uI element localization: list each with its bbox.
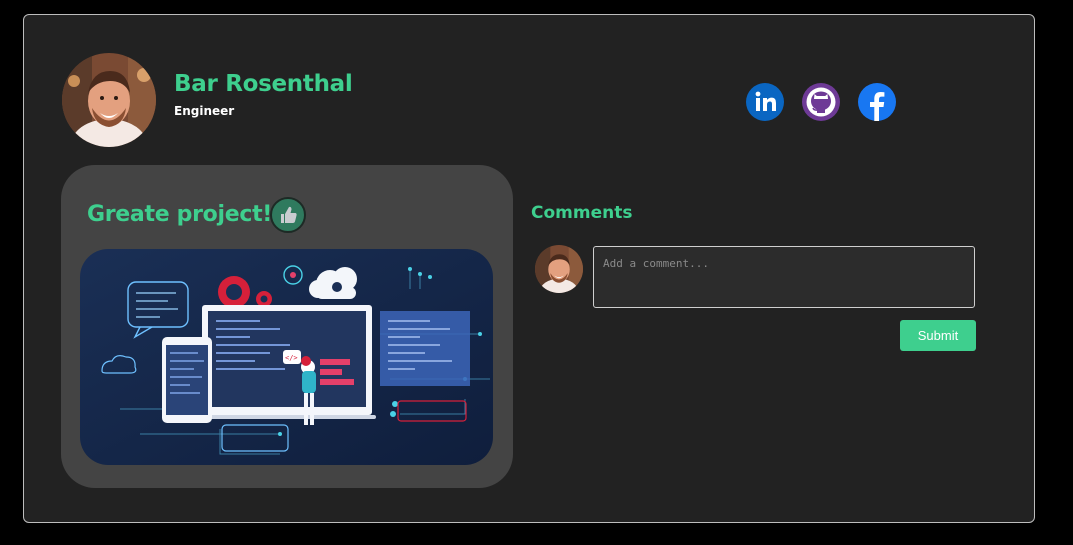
svg-text:</>: </> [285,354,298,362]
profile-name: Bar Rosenthal [174,71,353,97]
profile-card: Bar Rosenthal Engineer Greate project! <… [23,14,1035,523]
submit-button[interactable]: Submit [900,320,976,351]
post-image: </> [80,249,493,465]
github-icon[interactable] [802,83,840,121]
post-card: Greate project! </> [61,165,513,488]
profile-avatar [62,53,156,147]
thumbs-up-icon[interactable] [270,197,306,233]
comment-input[interactable] [593,246,975,308]
comments-title: Comments [531,203,633,223]
linkedin-icon[interactable] [746,83,784,121]
commenter-avatar [535,245,583,293]
post-title: Greate project! [87,202,273,227]
like-button[interactable] [270,197,306,233]
profile-role: Engineer [174,104,235,118]
facebook-icon[interactable] [858,83,896,121]
